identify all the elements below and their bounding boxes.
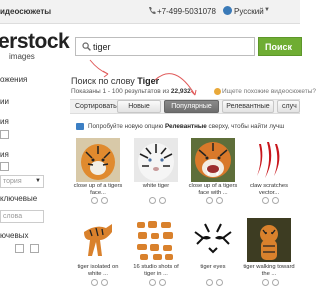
phone-icon bbox=[149, 7, 156, 15]
shown-count: 22,932 bbox=[170, 88, 191, 95]
thumbnail-image[interactable] bbox=[76, 218, 120, 262]
sidebar-label: ия bbox=[0, 117, 9, 126]
chevron-down-icon[interactable]: ▼ bbox=[264, 7, 270, 13]
shown-prefix: Показаны 1 - 100 результатов из bbox=[71, 88, 170, 95]
tab-newest[interactable]: Новые bbox=[117, 100, 161, 113]
preview-icon[interactable] bbox=[262, 279, 269, 286]
sidebar-label: ии bbox=[0, 97, 9, 106]
tab-relevant[interactable]: Релевантные bbox=[222, 100, 274, 113]
lightbox-icon[interactable] bbox=[216, 279, 223, 286]
logo-subtitle: images bbox=[9, 52, 35, 61]
sidebar-checkbox[interactable] bbox=[30, 244, 39, 253]
search-icon bbox=[82, 42, 91, 51]
keywords-input[interactable]: слова bbox=[0, 210, 44, 223]
preview-icon[interactable] bbox=[149, 279, 156, 286]
similar-icon bbox=[214, 88, 221, 95]
tab-popular[interactable]: Популярные bbox=[164, 100, 219, 113]
thumbnail-image[interactable] bbox=[191, 218, 235, 262]
relevance-hint: Попробуйте новую опцию Релевантные сверх… bbox=[88, 123, 284, 130]
thumbnail-image[interactable] bbox=[247, 218, 291, 262]
image-caption[interactable]: close up of a tigers bbox=[71, 183, 125, 190]
search-input-value[interactable]: tiger bbox=[93, 42, 111, 52]
thumbnail-image[interactable] bbox=[134, 218, 178, 262]
image-caption[interactable]: the ... bbox=[242, 271, 296, 278]
lightbox-icon[interactable] bbox=[159, 197, 166, 204]
lightbox-icon[interactable] bbox=[216, 197, 223, 204]
image-caption[interactable]: face... bbox=[71, 190, 125, 197]
image-caption[interactable]: white ... bbox=[71, 271, 125, 278]
thumbnail-image[interactable] bbox=[191, 138, 235, 182]
image-caption[interactable]: tiger eyes bbox=[186, 264, 240, 271]
results-heading: Поиск по слову Tiger bbox=[71, 76, 159, 86]
nav-video-link[interactable]: идеосюжеты bbox=[0, 7, 51, 16]
sidebar-checkbox[interactable] bbox=[0, 162, 9, 171]
hint-suffix: сверху, чтобы найти лучш bbox=[208, 123, 285, 130]
image-caption[interactable]: vector... bbox=[242, 190, 296, 197]
search-input[interactable]: tiger bbox=[75, 37, 255, 56]
preview-icon[interactable] bbox=[91, 197, 98, 204]
globe-icon bbox=[223, 6, 232, 15]
tab-random[interactable]: случ bbox=[277, 100, 300, 113]
lightbox-icon[interactable] bbox=[159, 279, 166, 286]
sidebar-label: ючевых bbox=[0, 231, 29, 240]
logo-wordmark[interactable]: erstock bbox=[0, 30, 70, 54]
sidebar-checkbox[interactable] bbox=[0, 130, 9, 139]
image-caption[interactable]: white tiger bbox=[129, 183, 183, 190]
heading-prefix: Поиск по слову bbox=[71, 76, 135, 86]
lightbox-icon[interactable] bbox=[101, 279, 108, 286]
hint-bold[interactable]: Релевантные bbox=[165, 123, 207, 130]
results-count: Показаны 1 - 100 результатов из 22,932 bbox=[71, 88, 191, 95]
thumbnail-image[interactable] bbox=[247, 138, 291, 182]
lightbox-icon[interactable] bbox=[272, 279, 279, 286]
thumbnail-image[interactable] bbox=[76, 138, 120, 182]
thumbnail-image[interactable] bbox=[134, 138, 178, 182]
info-icon bbox=[76, 123, 84, 130]
sort-label: Сортировать: bbox=[75, 103, 119, 110]
heading-query: Tiger bbox=[137, 76, 160, 86]
sidebar-label: ожения bbox=[0, 75, 28, 84]
hint-prefix: Попробуйте новую опцию bbox=[88, 123, 164, 130]
preview-icon[interactable] bbox=[149, 197, 156, 204]
image-caption[interactable]: 16 studio shots of bbox=[129, 264, 183, 271]
image-caption[interactable]: face with ... bbox=[186, 190, 240, 197]
chevron-down-icon[interactable]: ▼ bbox=[35, 178, 41, 184]
sidebar-label: ия bbox=[0, 150, 9, 159]
image-caption[interactable]: tiger walking toward bbox=[242, 264, 296, 271]
phone-number: +7-499-5031078 bbox=[157, 7, 216, 16]
preview-icon[interactable] bbox=[206, 279, 213, 286]
sidebar-checkbox[interactable] bbox=[15, 244, 24, 253]
sidebar-label: ключевые bbox=[0, 194, 38, 203]
lightbox-icon[interactable] bbox=[101, 197, 108, 204]
preview-icon[interactable] bbox=[91, 279, 98, 286]
category-select-value: тория bbox=[3, 178, 22, 185]
search-button[interactable]: Поиск bbox=[258, 37, 302, 56]
image-caption[interactable]: tiger in ... bbox=[129, 271, 183, 278]
preview-icon[interactable] bbox=[206, 197, 213, 204]
image-caption[interactable]: close up of a tigers bbox=[186, 183, 240, 190]
preview-icon[interactable] bbox=[262, 197, 269, 204]
image-caption[interactable]: tiger isolated on bbox=[71, 264, 125, 271]
keywords-input-placeholder: слова bbox=[3, 213, 23, 220]
top-bar: идеосюжеты +7-499-5031078 Русский ▼ bbox=[0, 0, 300, 24]
language-selector[interactable]: Русский bbox=[234, 7, 264, 16]
image-caption[interactable]: claw scratches bbox=[242, 183, 296, 190]
lightbox-icon[interactable] bbox=[272, 197, 279, 204]
similar-video-link[interactable]: Ищете похожие видеосюжеты? bbox=[222, 88, 316, 95]
